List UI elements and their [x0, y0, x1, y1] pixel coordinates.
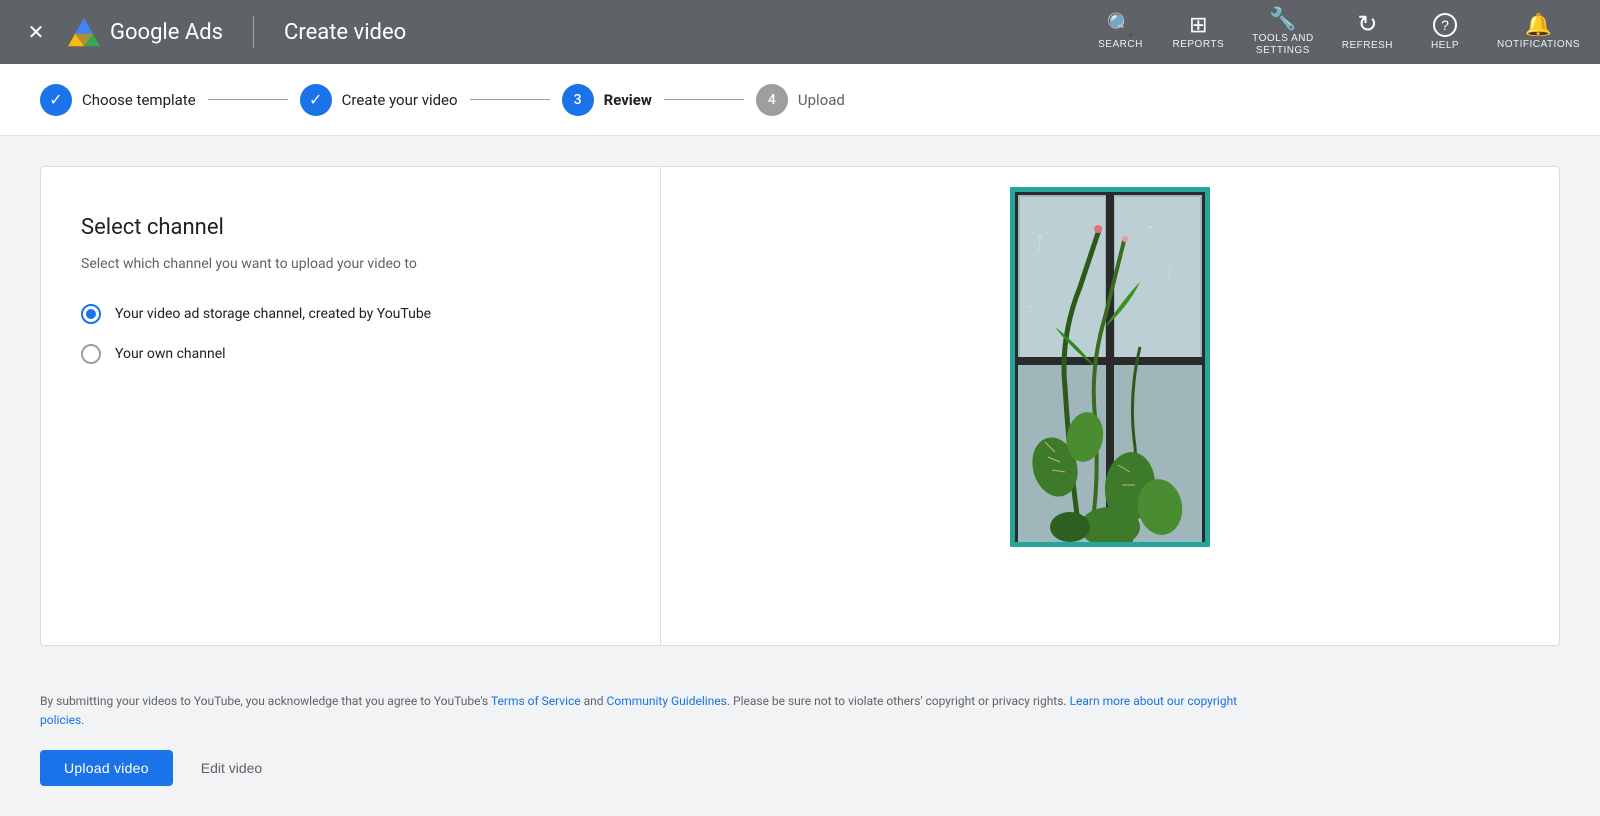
preview-image	[1010, 187, 1210, 547]
radio-label-own: Your own channel	[115, 346, 226, 362]
step-connector-1	[208, 99, 288, 100]
step-3-circle: 3	[562, 84, 594, 116]
google-ads-logo: Google Ads	[66, 16, 223, 48]
page-title: Create video	[284, 20, 406, 45]
google-ads-text: Google Ads	[110, 20, 223, 45]
step-create-video: ✓ Create your video	[300, 84, 458, 116]
help-label: HELP	[1431, 40, 1459, 52]
action-buttons: Upload video Edit video	[40, 750, 1560, 786]
radio-option-own-channel[interactable]: Your own channel	[81, 344, 620, 364]
search-icon: 🔍	[1107, 14, 1134, 36]
footer-area: By submitting your videos to YouTube, yo…	[0, 676, 1600, 802]
step-4-number: 4	[768, 92, 776, 108]
step-choose-template: ✓ Choose template	[40, 84, 196, 116]
checkmark-2-icon: ✓	[309, 90, 322, 109]
step-4-circle: 4	[756, 84, 788, 116]
terms-of-service-link[interactable]: Terms of Service	[491, 694, 581, 708]
google-ads-logo-icon	[66, 16, 102, 48]
close-icon: ✕	[28, 20, 45, 45]
step-1-circle: ✓	[40, 84, 72, 116]
step-1-label: Choose template	[82, 91, 196, 109]
refresh-icon: ↻	[1357, 13, 1377, 37]
search-label: SEARCH	[1098, 39, 1143, 51]
step-connector-2	[470, 99, 550, 100]
step-4-label: Upload	[798, 91, 845, 109]
main-content: Select channel Select which channel you …	[0, 136, 1600, 676]
left-panel: Select channel Select which channel you …	[41, 167, 661, 645]
header-right: 🔍 SEARCH ⊞ REPORTS 🔧 TOOLS AND SETTINGS …	[1096, 8, 1580, 57]
section-subtitle: Select which channel you want to upload …	[81, 256, 620, 272]
reports-label: REPORTS	[1172, 39, 1224, 51]
tools-settings-nav-button[interactable]: 🔧 TOOLS AND SETTINGS	[1252, 8, 1314, 57]
refresh-nav-button[interactable]: ↻ REFRESH	[1342, 13, 1393, 52]
tools-icon: 🔧	[1269, 8, 1296, 30]
step-3-label: Review	[604, 91, 652, 109]
checkmark-icon: ✓	[49, 90, 62, 109]
close-button[interactable]: ✕	[20, 16, 52, 48]
step-upload: 4 Upload	[756, 84, 845, 116]
notifications-nav-button[interactable]: 🔔 NOTIFICATIONS	[1497, 14, 1580, 51]
upload-video-button[interactable]: Upload video	[40, 750, 173, 786]
notifications-label: NOTIFICATIONS	[1497, 39, 1580, 51]
channel-radio-group: Your video ad storage channel, created b…	[81, 304, 620, 364]
step-2-label: Create your video	[342, 91, 458, 109]
header-divider	[253, 16, 254, 48]
legal-text-3: . Please be sure not to violate others' …	[727, 694, 1070, 708]
tools-label: TOOLS AND SETTINGS	[1252, 33, 1314, 57]
radio-circle-own	[81, 344, 101, 364]
right-panel	[661, 167, 1559, 645]
header-left: ✕ Google Ads Create video	[20, 16, 1096, 48]
reports-icon: ⊞	[1189, 14, 1207, 36]
section-title: Select channel	[81, 215, 620, 240]
help-icon: ?	[1433, 13, 1457, 37]
app-header: ✕ Google Ads Create video 🔍 SEARCH ⊞ REP…	[0, 0, 1600, 64]
legal-text-2: and	[581, 694, 607, 708]
edit-video-button[interactable]: Edit video	[193, 750, 270, 786]
step-3-number: 3	[574, 92, 582, 108]
legal-text: By submitting your videos to YouTube, yo…	[40, 692, 1240, 730]
search-nav-button[interactable]: 🔍 SEARCH	[1096, 14, 1144, 51]
legal-text-1: By submitting your videos to YouTube, yo…	[40, 694, 491, 708]
step-2-circle: ✓	[300, 84, 332, 116]
community-guidelines-link[interactable]: Community Guidelines	[607, 694, 727, 708]
notifications-icon: 🔔	[1525, 14, 1552, 36]
radio-label-storage: Your video ad storage channel, created b…	[115, 306, 431, 322]
radio-circle-storage	[81, 304, 101, 324]
step-review: 3 Review	[562, 84, 652, 116]
video-preview	[1010, 187, 1210, 547]
content-card: Select channel Select which channel you …	[40, 166, 1560, 646]
reports-nav-button[interactable]: ⊞ REPORTS	[1172, 14, 1224, 51]
step-connector-3	[664, 99, 744, 100]
refresh-label: REFRESH	[1342, 40, 1393, 52]
stepper: ✓ Choose template ✓ Create your video 3 …	[0, 64, 1600, 136]
help-nav-button[interactable]: ? HELP	[1421, 13, 1469, 52]
radio-option-storage[interactable]: Your video ad storage channel, created b…	[81, 304, 620, 324]
